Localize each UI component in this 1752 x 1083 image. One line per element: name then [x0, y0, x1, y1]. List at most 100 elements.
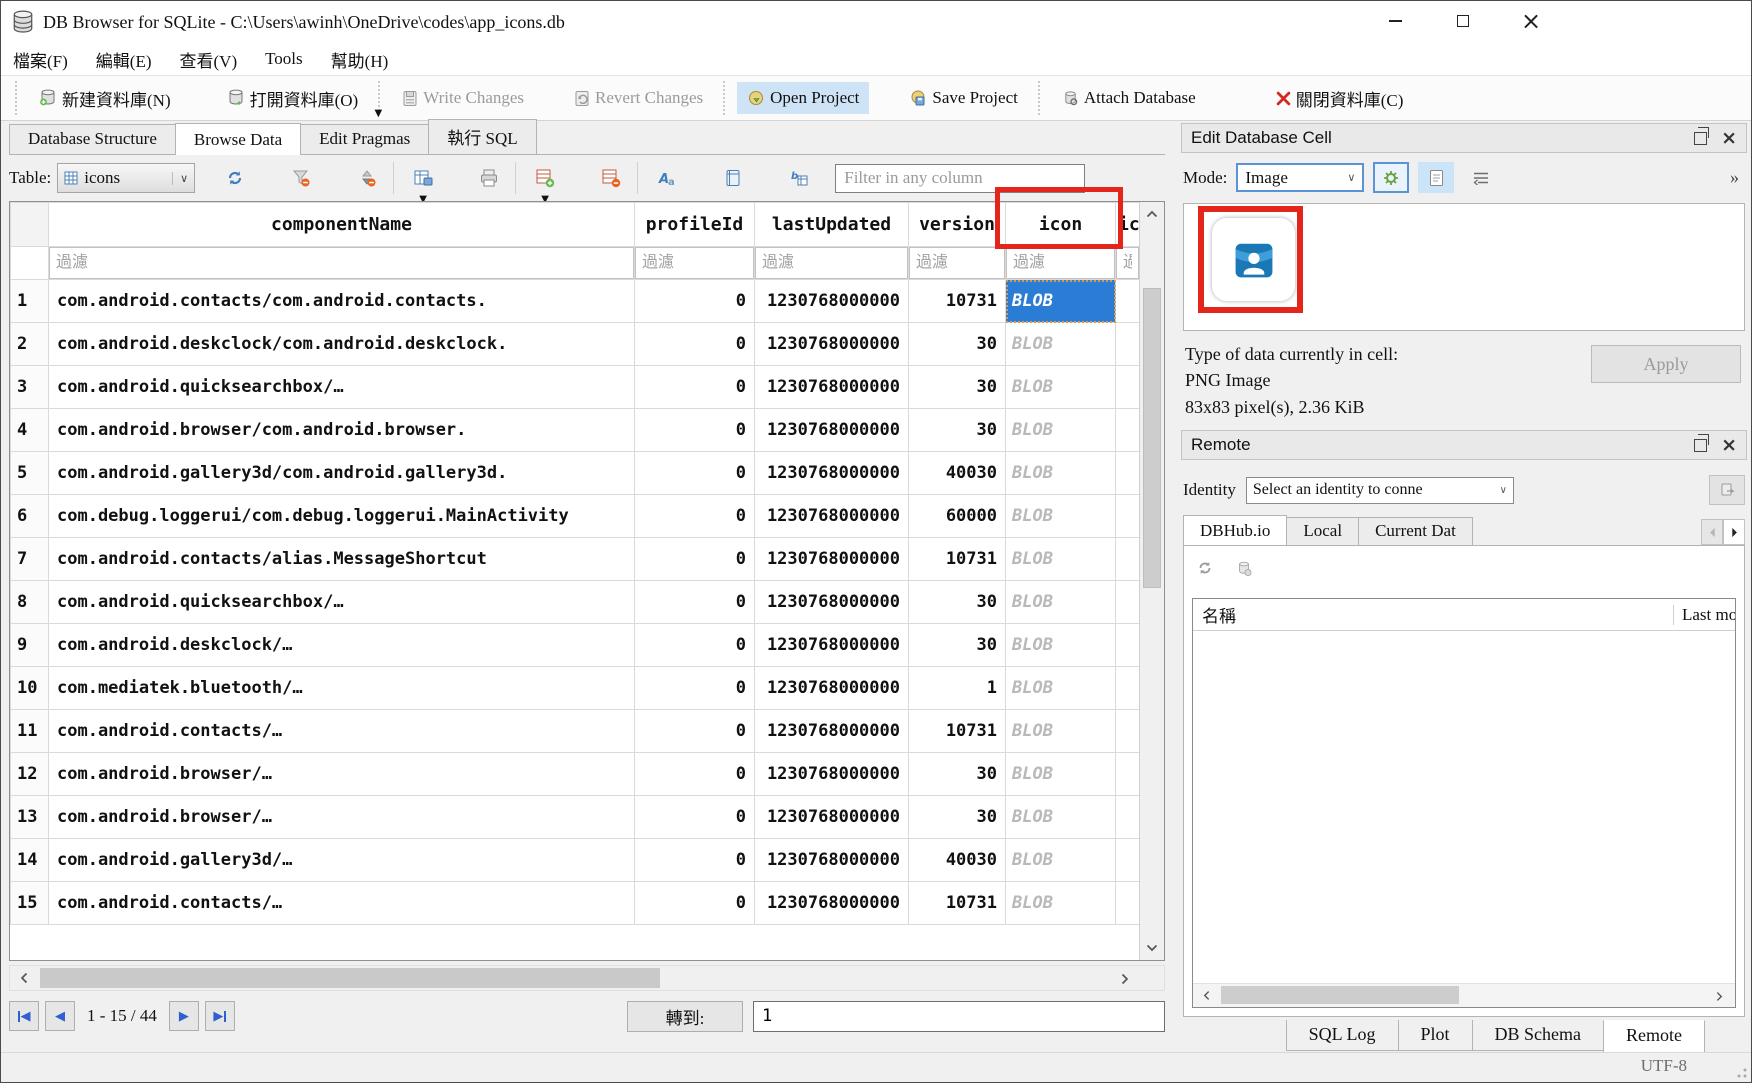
cell-version[interactable]: 30 — [909, 796, 1006, 839]
revert-changes-button[interactable]: Revert Changes — [564, 82, 713, 114]
mode-select[interactable]: Image ∨ — [1236, 163, 1364, 192]
cell-icon[interactable]: BLOB — [1006, 452, 1116, 495]
scroll-up-icon[interactable] — [1140, 202, 1164, 226]
cell-profileid[interactable]: 0 — [635, 280, 755, 323]
scroll-left-icon[interactable] — [10, 966, 38, 990]
cell-componentname[interactable]: com.android.contacts/… — [49, 882, 635, 925]
cell-lastupdated[interactable]: 1230768000000 — [755, 753, 909, 796]
cell-lastupdated[interactable]: 1230768000000 — [755, 409, 909, 452]
refresh-button[interactable] — [217, 162, 253, 194]
tab-browse-data[interactable]: Browse Data — [175, 123, 301, 155]
cell-lastupdated[interactable]: 1230768000000 — [755, 538, 909, 581]
cell-componentname[interactable]: com.android.quicksearchbox/… — [49, 366, 635, 409]
tab-current-database[interactable]: Current Dat — [1358, 517, 1473, 545]
cell-icon[interactable]: BLOB — [1006, 495, 1116, 538]
cell-profileid[interactable]: 0 — [635, 581, 755, 624]
row-number[interactable]: 7 — [11, 538, 49, 581]
filter-input-version[interactable] — [909, 247, 1005, 279]
tab-edit-pragmas[interactable]: Edit Pragmas — [300, 124, 429, 154]
close-panel-icon[interactable]: × — [1721, 434, 1737, 456]
row-number[interactable]: 11 — [11, 710, 49, 753]
cell-profileid[interactable]: 0 — [635, 667, 755, 710]
row-number[interactable]: 15 — [11, 882, 49, 925]
first-record-button[interactable]: ◀ — [9, 1001, 39, 1031]
cell-profileid[interactable]: 0 — [635, 495, 755, 538]
menu-item-edit[interactable]: 編輯(E) — [96, 47, 152, 72]
tab-dbhub[interactable]: DBHub.io — [1183, 515, 1287, 545]
scroll-down-icon[interactable] — [1140, 936, 1164, 960]
remote-upload-button[interactable] — [1236, 560, 1252, 577]
apply-button[interactable]: Apply — [1591, 345, 1741, 383]
open-database-button[interactable]: 打開資料庫(O) ▼ — [217, 80, 369, 117]
grid-corner[interactable] — [11, 203, 49, 247]
cell-version[interactable]: 1 — [909, 667, 1006, 710]
cell-componentname[interactable]: com.android.gallery3d/… — [49, 839, 635, 882]
row-number[interactable]: 12 — [11, 753, 49, 796]
clear-sort-button[interactable] — [349, 162, 385, 194]
cell-componentname[interactable]: com.mediatek.bluetooth/… — [49, 667, 635, 710]
clear-filters-button[interactable] — [283, 162, 319, 194]
scroll-right-icon[interactable] — [1114, 966, 1142, 990]
cell-version[interactable]: 60000 — [909, 495, 1006, 538]
cell-icon[interactable]: BLOB — [1006, 753, 1116, 796]
cell-profileid[interactable]: 0 — [635, 796, 755, 839]
vertical-scroll-thumb[interactable] — [1143, 288, 1161, 588]
delete-record-button[interactable] — [593, 162, 629, 194]
row-number[interactable]: 14 — [11, 839, 49, 882]
cell-version[interactable]: 10731 — [909, 280, 1006, 323]
horizontal-scroll-thumb[interactable] — [40, 968, 660, 988]
horizontal-scrollbar[interactable] — [9, 965, 1165, 991]
float-panel-icon[interactable] — [1694, 439, 1707, 452]
cell-version[interactable]: 10731 — [909, 710, 1006, 753]
remote-list-column-name[interactable]: 名稱 — [1193, 602, 1673, 627]
cell-profileid[interactable]: 0 — [635, 538, 755, 581]
close-panel-icon[interactable]: × — [1721, 127, 1737, 149]
cell-icon[interactable]: BLOB — [1006, 667, 1116, 710]
scroll-left-icon[interactable] — [1193, 984, 1219, 1007]
vertical-scrollbar[interactable] — [1139, 202, 1164, 960]
minimize-button[interactable] — [1361, 1, 1429, 41]
tab-remote[interactable]: Remote — [1603, 1020, 1705, 1054]
row-number[interactable]: 13 — [11, 796, 49, 839]
encoding-indicator[interactable]: UTF-8 — [1641, 1056, 1687, 1076]
cell-version[interactable]: 30 — [909, 753, 1006, 796]
cell-componentname[interactable]: com.android.deskclock/… — [49, 624, 635, 667]
remote-list-body[interactable] — [1193, 631, 1735, 983]
cell-componentname[interactable]: com.android.contacts/com.android.contact… — [49, 280, 635, 323]
tab-plot[interactable]: Plot — [1398, 1020, 1473, 1051]
remote-list-scrollbar[interactable] — [1193, 983, 1735, 1007]
cell-version[interactable]: 30 — [909, 323, 1006, 366]
previous-record-button[interactable]: ◀ — [45, 1001, 75, 1031]
filter-input-partial[interactable] — [1116, 247, 1139, 279]
cell-icon[interactable]: BLOB — [1006, 839, 1116, 882]
cell-icon[interactable]: BLOB — [1006, 796, 1116, 839]
save-table-button[interactable]: ▼ — [405, 162, 441, 194]
table-select[interactable]: icons ∨ — [57, 163, 195, 193]
filter-input-componentname[interactable] — [49, 247, 634, 279]
close-button[interactable]: × — [1497, 1, 1565, 41]
cell-icon[interactable]: BLOB — [1006, 323, 1116, 366]
cell-componentname[interactable]: com.android.browser/com.android.browser. — [49, 409, 635, 452]
cell-componentname[interactable]: com.debug.loggerui/com.debug.loggerui.Ma… — [49, 495, 635, 538]
cell-icon[interactable]: BLOB — [1006, 710, 1116, 753]
tab-database-structure[interactable]: Database Structure — [9, 124, 176, 154]
row-number[interactable]: 6 — [11, 495, 49, 538]
row-number[interactable]: 9 — [11, 624, 49, 667]
column-header-componentname[interactable]: componentName — [49, 203, 635, 247]
filter-input-profileid[interactable] — [635, 247, 754, 279]
cell-lastupdated[interactable]: 1230768000000 — [755, 323, 909, 366]
cell-icon[interactable]: BLOB — [1006, 624, 1116, 667]
print-button[interactable] — [471, 162, 507, 194]
cell-profileid[interactable]: 0 — [635, 366, 755, 409]
row-number[interactable]: 4 — [11, 409, 49, 452]
cell-profileid[interactable]: 0 — [635, 624, 755, 667]
clone-database-button[interactable] — [1709, 475, 1745, 505]
cell-componentname[interactable]: com.android.contacts/… — [49, 710, 635, 753]
column-header-version[interactable]: version — [909, 203, 1006, 247]
tab-scroll-right-icon[interactable] — [1723, 519, 1745, 545]
tab-sql-log[interactable]: SQL Log — [1286, 1020, 1399, 1051]
insert-record-button[interactable]: ▼ — [527, 162, 563, 194]
column-header-lastupdated[interactable]: lastUpdated — [755, 203, 909, 247]
cell-profileid[interactable]: 0 — [635, 753, 755, 796]
cell-componentname[interactable]: com.android.quicksearchbox/… — [49, 581, 635, 624]
